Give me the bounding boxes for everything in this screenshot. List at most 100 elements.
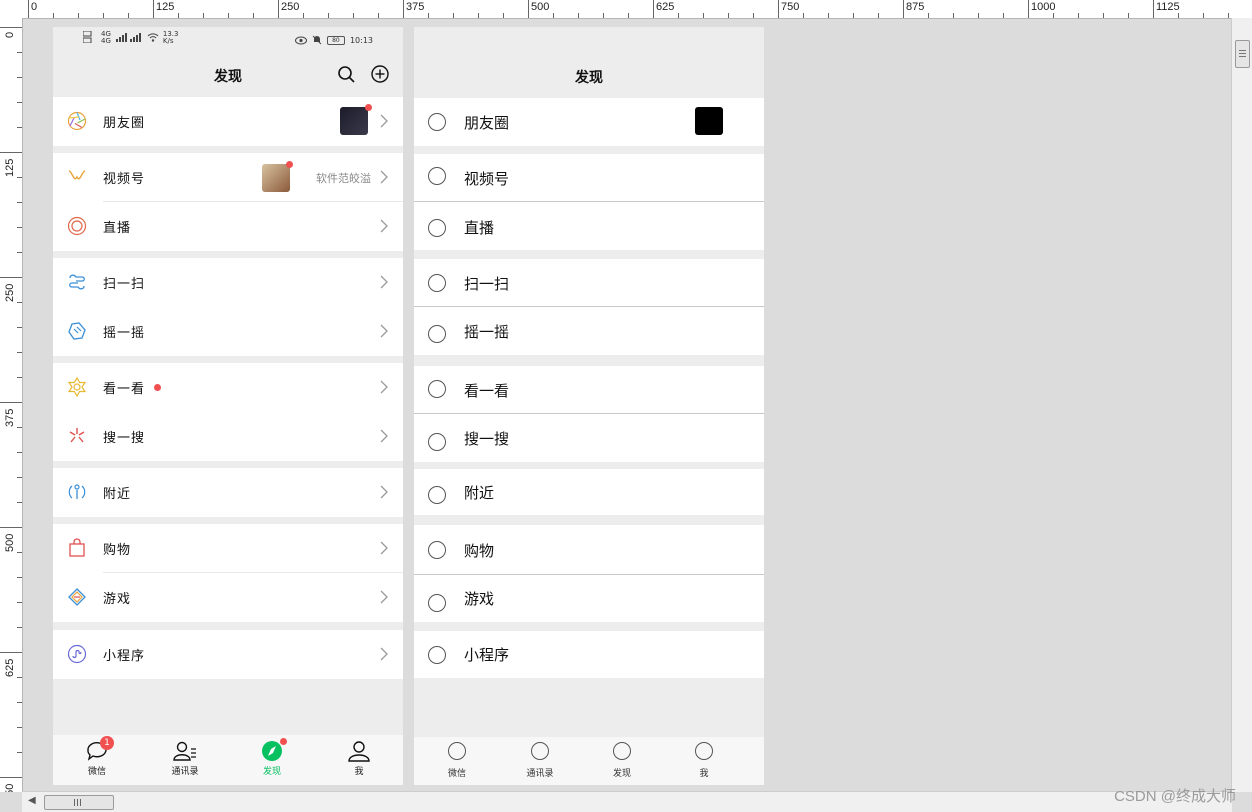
menu-item-mini-programs[interactable]: 小程序 [53, 630, 403, 679]
wf-item-moments[interactable]: 朋友圈 [414, 98, 764, 146]
ruler-tick [678, 13, 679, 18]
placeholder-circle-icon [428, 486, 446, 504]
wf-tab-me[interactable]: 我 [674, 742, 734, 779]
ruler-corner [0, 0, 23, 19]
ruler-label: 750 [4, 784, 16, 792]
wf-bottom-tab-bar: 微信 通讯录 发现 我 [414, 737, 764, 785]
ruler-tick [453, 13, 454, 18]
horizontal-scroll-thumb[interactable] [44, 795, 114, 810]
ruler-tick [978, 13, 979, 18]
ruler-tick [1103, 13, 1104, 18]
wf-tab-contacts[interactable]: 通讯录 [510, 742, 570, 779]
vertical-scroll-thumb[interactable] [1235, 40, 1250, 68]
wf-item-live[interactable]: 直播 [414, 202, 764, 250]
tab-label-discover: 发现 [262, 767, 281, 777]
ruler-tick [17, 627, 22, 628]
add-icon[interactable] [371, 65, 389, 83]
chevron-right-icon [380, 380, 388, 394]
menu-item-channels[interactable]: 视频号 软件范皎溢 [53, 153, 403, 202]
placeholder-circle-icon [428, 325, 446, 343]
status-bar: 4G 4G 13.3 K/s 80 10:13 [53, 27, 403, 53]
ruler-tick [353, 13, 354, 18]
live-icon [67, 216, 87, 236]
ruler-tick [17, 552, 22, 553]
menu-item-scan[interactable]: 扫一扫 [53, 258, 403, 307]
group-scan-shake: 扫一扫 摇一摇 [53, 258, 403, 356]
ruler-label: 0 [31, 1, 38, 13]
wf-tab-discover[interactable]: 发现 [592, 742, 652, 779]
person-icon [348, 741, 370, 762]
ruler-tick [928, 13, 929, 18]
ruler-tick [578, 13, 579, 18]
ruler-tick [903, 0, 904, 18]
menu-item-moments[interactable]: 朋友圈 [53, 97, 403, 146]
search-icon[interactable] [337, 65, 355, 83]
horizontal-scrollbar[interactable]: ◀ [22, 791, 1232, 812]
ruler-tick [878, 13, 879, 18]
menu-item-live[interactable]: 直播 [53, 202, 403, 251]
ruler-tick [753, 13, 754, 18]
wf-label: 朋友圈 [464, 113, 510, 132]
tab-discover[interactable]: 发现 [242, 738, 302, 777]
wf-item-nearby[interactable]: 附近 [414, 469, 764, 515]
phone-design-preview: 4G 4G 13.3 K/s 80 10:13 发现 朋友圈 视频号 软件范皎溢… [53, 27, 403, 785]
ruler-tick [0, 777, 22, 778]
menu-label-shake: 摇一摇 [103, 326, 146, 341]
ruler-tick [803, 13, 804, 18]
channels-author: 软件范皎溢 [316, 171, 371, 185]
wf-item-look[interactable]: 看一看 [414, 366, 764, 414]
tab-chats[interactable]: 1 微信 [67, 736, 127, 777]
menu-item-games[interactable]: 游戏 [53, 573, 403, 622]
wf-tab-chats[interactable]: 微信 [427, 742, 487, 779]
menu-item-shop[interactable]: 购物 [53, 524, 403, 573]
group-shop-games: 购物 游戏 [53, 524, 403, 622]
menu-item-search[interactable]: 搜一搜 [53, 412, 403, 461]
group-channels: 视频号 软件范皎溢 直播 [53, 153, 403, 251]
wf-label: 小程序 [464, 646, 510, 664]
ruler-tick [203, 13, 204, 18]
wf-thumbnail [695, 107, 723, 135]
mini-program-icon [67, 644, 87, 664]
ruler-tick [17, 602, 22, 603]
tab-contacts[interactable]: 通讯录 [155, 740, 215, 777]
phone-wireframe: 发现 朋友圈 视频号 直播 扫一扫 摇一摇 看一看 搜一搜 附近 购物 游戏 小… [414, 27, 764, 785]
menu-item-nearby[interactable]: 附近 [53, 468, 403, 517]
wf-item-channels[interactable]: 视频号 [414, 154, 764, 202]
placeholder-circle-icon [428, 219, 446, 237]
ruler-tick [17, 727, 22, 728]
wf-item-search[interactable]: 搜一搜 [414, 414, 764, 462]
ruler-tick [17, 227, 22, 228]
wf-group-4: 看一看 搜一搜 [414, 366, 764, 462]
wf-item-scan[interactable]: 扫一扫 [414, 259, 764, 307]
ruler-tick [17, 502, 22, 503]
wf-item-shop[interactable]: 购物 [414, 525, 764, 575]
ruler-tick [0, 402, 22, 403]
tab-me[interactable]: 我 [329, 740, 389, 777]
search-spark-icon [69, 428, 85, 443]
scroll-left-arrow-icon[interactable]: ◀ [28, 795, 36, 806]
ruler-tick [28, 0, 29, 18]
menu-item-look[interactable]: 看一看 [53, 363, 403, 412]
vertical-scrollbar[interactable] [1231, 18, 1252, 792]
wf-item-games[interactable]: 游戏 [414, 575, 764, 622]
ruler-tick [17, 352, 22, 353]
placeholder-circle-icon [428, 167, 446, 185]
ruler-tick [17, 452, 22, 453]
ruler-label: 0 [4, 31, 16, 38]
placeholder-circle-icon [428, 113, 446, 131]
placeholder-circle-icon [428, 433, 446, 451]
ruler-tick [17, 327, 22, 328]
moments-red-dot [365, 104, 372, 111]
wf-group-5: 附近 [414, 469, 764, 515]
wf-item-mini-programs[interactable]: 小程序 [414, 631, 764, 678]
ruler-label: 625 [4, 658, 16, 677]
chevron-right-icon [380, 170, 388, 184]
wf-group-1: 朋友圈 [414, 98, 764, 146]
ruler-tick [17, 577, 22, 578]
flame-icon [370, 171, 371, 172]
ruler-vertical: 0 125 250 375 500 625 750 [0, 18, 23, 792]
menu-item-shake[interactable]: 摇一摇 [53, 307, 403, 356]
ruler-tick [478, 13, 479, 18]
ruler-tick [128, 13, 129, 18]
wf-item-shake[interactable]: 摇一摇 [414, 307, 764, 355]
